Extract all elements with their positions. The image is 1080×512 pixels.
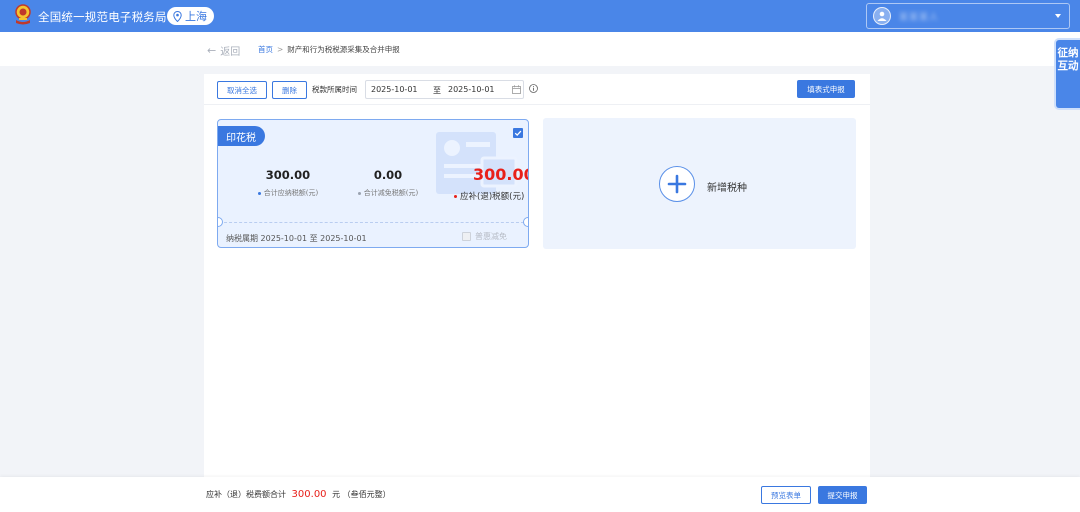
relief-checkbox-label: 普惠减免 <box>475 232 507 241</box>
tax-period-label: 税款所属时间 <box>312 85 357 94</box>
date-from: 2025-10-01 <box>371 85 418 94</box>
add-tax-type-label: 新增税种 <box>707 183 747 194</box>
deselect-all-button[interactable]: 取消全选 <box>217 81 267 99</box>
form-filing-button[interactable]: 填表式申报 <box>797 80 855 98</box>
checkbox-disabled-icon <box>462 232 471 241</box>
tax-emblem-icon <box>15 4 31 25</box>
top-bar: 全国统一规范电子税务局 上海 某某某人 <box>0 0 1080 32</box>
back-link[interactable]: ← 返回 <box>207 43 240 58</box>
period-to: 2025-10-01 <box>320 234 367 243</box>
delete-button[interactable]: 删除 <box>272 81 307 99</box>
document-watermark-icon <box>436 132 518 194</box>
period-to-label: 至 <box>309 234 318 243</box>
relief-value: 0.00 <box>373 168 403 182</box>
period-label: 纳税属期 <box>226 234 258 243</box>
user-name: 某某某人 <box>899 12 940 23</box>
due-value: 300.00 <box>473 165 529 184</box>
toolbar: 取消全选 删除 税款所属时间 2025-10-01 至 2025-10-01 填… <box>204 74 870 105</box>
relief-label: 合计减免税额(元) <box>363 189 419 197</box>
add-tax-type-card[interactable]: 新增税种 <box>543 118 856 249</box>
avatar <box>873 7 891 25</box>
breadcrumb: 首页 > 财产和行为税税源采集及合并申报 <box>258 44 400 55</box>
region-selector[interactable]: 上海 <box>167 7 214 25</box>
date-to: 2025-10-01 <box>448 85 495 94</box>
calendar-icon <box>512 85 521 94</box>
checkmark-icon <box>514 130 522 137</box>
date-to-label: 至 <box>433 86 441 95</box>
due-label: 应补(退)税额(元) <box>460 192 525 202</box>
breadcrumb-bar: ← 返回 首页 > 财产和行为税税源采集及合并申报 <box>0 32 1080 66</box>
submit-button[interactable]: 提交申报 <box>818 486 867 504</box>
info-icon[interactable] <box>529 84 538 93</box>
relief-checkbox[interactable]: 普惠减免 <box>462 231 507 242</box>
tax-period: 纳税属期 2025-10-01 至 2025-10-01 <box>226 233 367 244</box>
relief-stat: 0.00 合计减免税额(元) <box>336 168 440 198</box>
card-notch-right <box>523 217 528 227</box>
breadcrumb-separator: > <box>277 45 284 54</box>
main-panel: 取消全选 删除 税款所属时间 2025-10-01 至 2025-10-01 填… <box>204 74 870 478</box>
gray-dot-icon <box>357 191 361 195</box>
blue-dot-icon <box>257 191 261 195</box>
period-from: 2025-10-01 <box>260 234 308 243</box>
breadcrumb-current: 财产和行为税税源采集及合并申报 <box>287 45 400 54</box>
tax-card-stamp-duty[interactable]: 印花税 300.00 合计应纳税额(元) 0.00 合计减免税额(元) 300.… <box>217 119 529 248</box>
preview-form-button[interactable]: 预览表单 <box>761 486 811 504</box>
back-label: 返回 <box>220 47 241 58</box>
payable-value: 300.00 <box>265 168 311 182</box>
region-name: 上海 <box>185 10 207 23</box>
arrow-left-icon: ← <box>207 44 217 57</box>
caret-down-icon <box>1055 14 1061 18</box>
red-dot-icon <box>454 195 457 198</box>
total-amount: 300.00 <box>291 489 327 500</box>
total-unit: 元 <box>332 490 341 499</box>
total-summary: 应补（退）税费额合计 300.00 元 （叁佰元整） <box>206 489 391 500</box>
payable-stat: 300.00 合计应纳税额(元) <box>240 168 336 198</box>
date-range-picker[interactable]: 2025-10-01 至 2025-10-01 <box>365 80 524 99</box>
total-amount-words: （叁佰元整） <box>342 490 391 499</box>
location-pin-icon <box>173 10 182 22</box>
add-circle <box>659 166 695 202</box>
tax-name-tag: 印花税 <box>218 126 265 146</box>
total-label: 应补（退）税费额合计 <box>206 490 286 499</box>
breadcrumb-home[interactable]: 首页 <box>258 44 273 55</box>
card-notch-left <box>218 217 223 227</box>
plus-icon <box>667 174 686 193</box>
payable-label: 合计应纳税额(元) <box>263 189 319 197</box>
footer-bar: 应补（退）税费额合计 300.00 元 （叁佰元整） 预览表单 提交申报 <box>0 477 1080 512</box>
card-divider <box>224 222 524 223</box>
card-checkbox[interactable] <box>513 128 523 138</box>
user-icon <box>877 11 887 21</box>
user-menu[interactable]: 某某某人 <box>866 3 1070 29</box>
app-title: 全国统一规范电子税务局 <box>38 10 167 24</box>
interaction-float-button[interactable]: 征纳互动 <box>1056 40 1080 108</box>
